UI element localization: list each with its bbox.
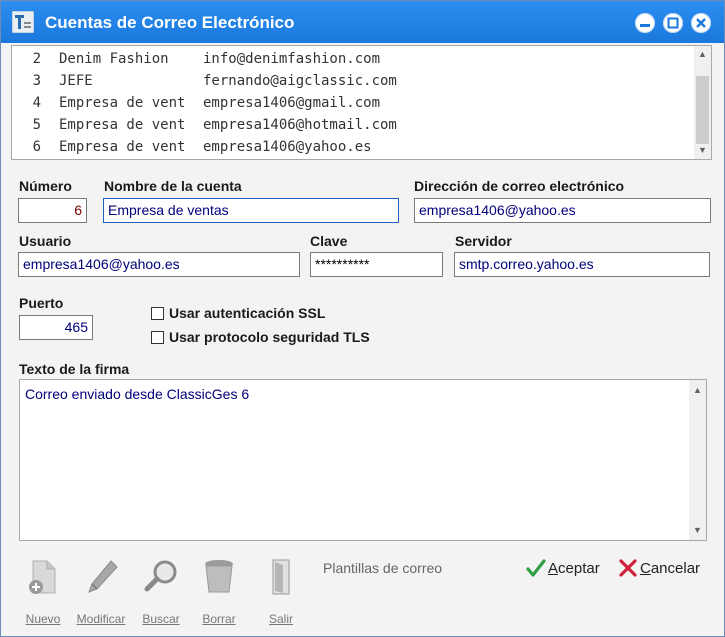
scroll-thumb[interactable] (696, 76, 709, 144)
usuario-field[interactable]: empresa1406@yahoo.es (18, 252, 300, 277)
app-icon (12, 11, 34, 33)
maximize-button[interactable] (663, 13, 683, 33)
clave-field[interactable]: ********** (310, 252, 443, 277)
cancel-x-icon (619, 559, 637, 577)
account-name: Empresa de vent (59, 117, 186, 133)
checkmark-icon (526, 559, 546, 577)
modificar-button[interactable]: Modificar (73, 557, 129, 626)
modificar-label: Modificar (76, 612, 126, 626)
minimize-button[interactable] (635, 13, 655, 33)
nombre-label: Nombre de la cuenta (104, 178, 242, 194)
scroll-down-icon[interactable]: ▼ (693, 526, 702, 535)
window-title: Cuentas de Correo Electrónico (45, 13, 295, 32)
nuevo-button[interactable]: Nuevo (15, 557, 71, 626)
numero-field[interactable]: 6 (18, 198, 87, 223)
account-number: 3 (32, 73, 41, 89)
account-row[interactable]: 4 Empresa de vent empresa1406@gmail.com (12, 92, 694, 114)
aceptar-label: Aceptar (548, 560, 600, 577)
direccion-field[interactable]: empresa1406@yahoo.es (414, 198, 711, 223)
minimize-icon (640, 24, 650, 27)
trash-icon (205, 560, 233, 593)
account-email: empresa1406@gmail.com (203, 95, 381, 111)
account-number: 2 (32, 51, 41, 67)
buscar-label: Buscar (142, 612, 180, 626)
firma-label: Texto de la firma (19, 361, 130, 377)
firma-text: Correo enviado desde ClassicGes 6 (25, 386, 250, 402)
account-email: empresa1406@yahoo.es (203, 139, 372, 155)
salir-label: Salir (268, 612, 293, 626)
account-email: fernando@aigclassic.com (203, 73, 397, 89)
borrar-button[interactable]: Borrar (191, 557, 247, 626)
servidor-label: Servidor (455, 233, 512, 249)
usuario-label: Usuario (19, 233, 72, 249)
ssl-checkbox[interactable] (151, 307, 164, 320)
accounts-list-scrollbar[interactable]: ▲ ▼ (694, 46, 711, 159)
account-name: Denim Fashion (59, 51, 169, 67)
firma-textarea[interactable]: Correo enviado desde ClassicGes 6 ▲ ▼ (19, 379, 707, 541)
borrar-label: Borrar (202, 612, 236, 626)
account-number: 5 (32, 117, 41, 133)
close-button[interactable] (691, 13, 711, 33)
puerto-field[interactable]: 465 (19, 315, 93, 340)
plantillas-link[interactable]: Plantillas de correo (323, 560, 442, 576)
nuevo-label: Nuevo (25, 612, 61, 626)
account-email: empresa1406@hotmail.com (203, 117, 397, 133)
cancelar-label: Cancelar (640, 560, 701, 577)
account-row[interactable]: 6 Empresa de vent empresa1406@yahoo.es (12, 136, 694, 158)
puerto-label: Puerto (19, 295, 64, 311)
account-name: Empresa de vent (59, 139, 186, 155)
account-number: 4 (32, 95, 41, 111)
maximize-icon (667, 17, 679, 29)
title-bar[interactable]: Cuentas de Correo Electrónico (1, 1, 724, 43)
account-row[interactable]: 2 Denim Fashion info@denimfashion.com (12, 48, 694, 70)
account-row[interactable]: 5 Empresa de vent empresa1406@hotmail.com (12, 114, 694, 136)
scroll-up-icon[interactable]: ▲ (698, 50, 707, 59)
account-name: Empresa de vent (59, 95, 186, 111)
servidor-field[interactable]: smtp.correo.yahoo.es (454, 252, 710, 277)
email-accounts-window: Cuentas de Correo Electrónico 2 Denim Fas… (0, 0, 725, 637)
account-name: JEFE (59, 73, 93, 89)
tls-checkbox[interactable] (151, 331, 164, 344)
scroll-up-icon[interactable]: ▲ (693, 386, 702, 395)
account-number: 6 (32, 139, 41, 155)
tls-label[interactable]: Usar protocolo seguridad TLS (169, 329, 370, 345)
nombre-field[interactable]: Empresa de ventas (103, 198, 399, 223)
accounts-list[interactable]: 2 Denim Fashion info@denimfashion.com 3 JEFE… (11, 45, 712, 160)
direccion-label: Dirección de correo electrónico (414, 178, 625, 194)
account-email: info@denimfashion.com (203, 51, 381, 67)
pencil-icon (88, 560, 118, 593)
magnifier-icon (144, 560, 177, 592)
close-icon (696, 18, 706, 28)
aceptar-button[interactable]: Aceptar (526, 558, 611, 580)
firma-scrollbar[interactable]: ▲ ▼ (689, 380, 706, 540)
scroll-down-icon[interactable]: ▼ (698, 146, 707, 155)
numero-label: Número (19, 178, 72, 194)
clave-label: Clave (310, 233, 348, 249)
new-document-icon (29, 560, 56, 594)
account-row[interactable]: 3 JEFE fernando@aigclassic.com (12, 70, 694, 92)
salir-button[interactable]: Salir (253, 557, 309, 626)
exit-door-icon (272, 559, 290, 595)
buscar-button[interactable]: Buscar (133, 557, 189, 626)
ssl-label[interactable]: Usar autenticación SSL (169, 305, 325, 321)
cancelar-button[interactable]: Cancelar (618, 558, 708, 580)
